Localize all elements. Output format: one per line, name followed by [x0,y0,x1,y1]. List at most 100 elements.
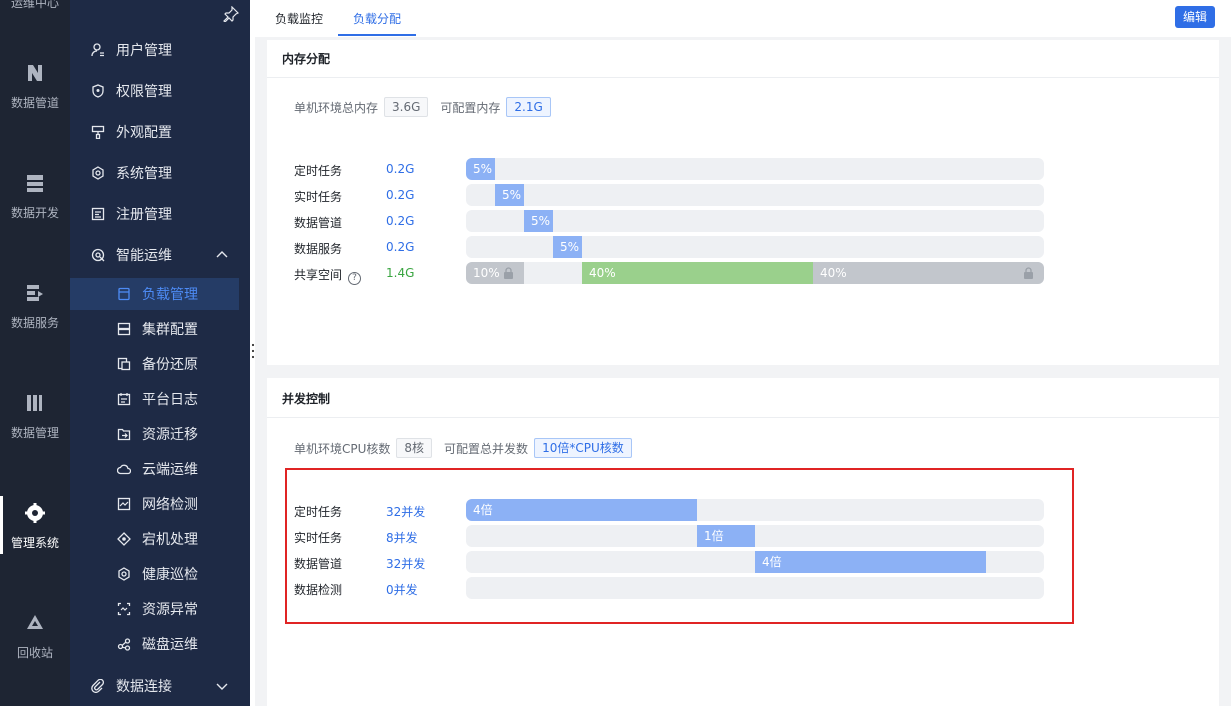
concurrency-row-realtime: 实时任务 8并发 1倍 [294,525,1054,547]
rail-item-admin[interactable]: 管理系统 [0,496,70,554]
app-rail: 运维中心 数据管道 数据开发 数据服务 数据管理 管理系统 回收站 [0,0,70,706]
help-icon[interactable]: ? [348,272,362,285]
row-value: 0.2G [386,162,415,176]
shared-locked-segment: 10% [466,262,524,284]
menu-label: 注册管理 [116,207,172,223]
rail-item-data-mgmt[interactable]: 数据管理 [0,392,70,441]
memory-row-scheduled: 定时任务 0.2G 5% [294,158,1054,180]
menu-label: 负载管理 [142,287,198,303]
load-icon [118,287,130,301]
allocation-track: 4倍 [466,499,1044,521]
rail-item-ops-center[interactable]: 运维中心 [0,0,70,11]
menu-item-data-connection[interactable]: 数据连接 [70,670,250,702]
total-memory-tag: 3.6G [384,97,429,117]
tab-load-monitor[interactable]: 负载监控 [275,10,323,27]
menu-label: 备份还原 [142,357,198,373]
row-label: 定时任务 [294,164,343,178]
config-memory-tag: 2.1G [506,97,551,117]
allocation-track [466,577,1044,599]
menu-label: 外观配置 [116,125,172,141]
menu-item-permission[interactable]: 权限管理 [70,75,250,107]
menu-item-anomaly[interactable]: 资源异常 [70,593,250,625]
menu-item-disk[interactable]: 磁盘运维 [70,628,250,660]
menu-item-appearance[interactable]: 外观配置 [70,116,250,148]
brush-icon [91,125,105,139]
menu-item-user[interactable]: 用户管理 [70,34,250,66]
row-value: 0.2G [386,214,415,228]
recycle-icon [27,615,43,629]
memory-row-pipeline: 数据管道 0.2G 5% [294,210,1054,232]
total-concurrency-label: 可配置总并发数 [444,441,529,456]
anomaly-icon [117,602,131,616]
allocation-bar[interactable]: 4倍 [755,551,986,573]
concurrency-row-pipeline: 数据管道 32并发 4倍 [294,551,1054,573]
register-icon [91,207,105,221]
rail-label: 管理系统 [10,536,59,550]
menu-label: 宕机处理 [142,532,198,548]
row-value: 32并发 [386,505,426,519]
allocation-bar[interactable]: 4倍 [466,499,697,521]
allocation-bar[interactable]: 5% [553,236,582,258]
menu-label: 资源异常 [142,602,198,618]
menu-item-migration[interactable]: 资源迁移 [70,418,250,450]
menu-item-downtime[interactable]: 宕机处理 [70,523,250,555]
divider [267,77,1219,78]
memory-row-realtime: 实时任务 0.2G 5% [294,184,1054,206]
allocation-bar[interactable]: 5% [495,184,524,206]
row-value: 0并发 [386,583,418,597]
menu-item-system[interactable]: 系统管理 [70,157,250,189]
shared-free-segment[interactable]: 40% [582,262,813,284]
pin-icon[interactable] [223,6,239,22]
edit-button[interactable]: 编辑 [1175,6,1215,28]
ops-icon [91,248,105,262]
rail-item-dev[interactable]: 数据开发 [0,172,70,221]
menu-label: 用户管理 [116,43,172,59]
menu-item-register[interactable]: 注册管理 [70,198,250,230]
allocation-track: 5% [466,236,1044,258]
memory-summary: 单机环境总内存 3.6G 可配置内存 2.1G [294,97,563,117]
concurrency-row-scheduled: 定时任务 32并发 4倍 [294,499,1054,521]
shared-label: 共享空间 [294,268,343,282]
menu-item-cloud-ops[interactable]: 云端运维 [70,453,250,485]
row-label: 共享空间? [294,266,362,285]
tab-load-allocation[interactable]: 负载分配 [353,10,401,27]
allocation-bar[interactable]: 5% [466,158,495,180]
row-label: 数据管道 [294,557,343,571]
row-label: 数据检测 [294,583,343,597]
menu-label: 数据连接 [116,679,172,695]
row-value: 1.4G [386,266,415,280]
allocation-bar[interactable]: 1倍 [697,525,755,547]
allocation-track: 1倍 [466,525,1044,547]
menu-label: 集群配置 [142,322,198,338]
menu-label: 云端运维 [142,462,198,478]
rail-label: 回收站 [16,646,53,660]
rail-item-pipeline[interactable]: 数据管道 [0,62,70,111]
main-content: 负载监控 负载分配 编辑 内存分配 单机环境总内存 3.6G 可配置内存 2.1… [255,0,1231,706]
allocation-bar[interactable]: 5% [524,210,553,232]
row-label: 实时任务 [294,531,343,545]
service-icon [27,285,43,301]
chevron-down-icon[interactable] [216,680,228,692]
menu-item-backup[interactable]: 备份还原 [70,348,250,380]
concurrency-card: 并发控制 单机环境CPU核数 8核 可配置总并发数 10倍*CPU核数 定时任务… [267,378,1219,706]
rail-item-recycle[interactable]: 回收站 [0,612,70,661]
rail-item-service[interactable]: 数据服务 [0,282,70,331]
menu-item-load-mgmt[interactable]: 负载管理 [70,278,239,310]
concurrency-summary: 单机环境CPU核数 8核 可配置总并发数 10倍*CPU核数 [294,438,644,458]
memory-card: 内存分配 单机环境总内存 3.6G 可配置内存 2.1G 定时任务 0.2G 5… [267,40,1219,365]
menu-item-smart-ops[interactable]: 智能运维 [70,239,250,271]
row-label: 实时任务 [294,190,343,204]
allocation-track: 5% [466,210,1044,232]
menu-item-health[interactable]: 健康巡检 [70,558,250,590]
migrate-icon [117,428,131,441]
row-value: 0.2G [386,188,415,202]
menu-item-cluster[interactable]: 集群配置 [70,313,250,345]
menu-label: 健康巡检 [142,567,198,583]
cpu-label: 单机环境CPU核数 [294,441,391,456]
concurrency-card-title: 并发控制 [282,392,331,406]
memory-row-service: 数据服务 0.2G 5% [294,236,1054,258]
menu-item-network[interactable]: 网络检测 [70,488,250,520]
disk-icon [117,638,131,651]
chevron-up-icon[interactable] [216,249,228,261]
menu-item-platform-log[interactable]: 平台日志 [70,383,250,415]
